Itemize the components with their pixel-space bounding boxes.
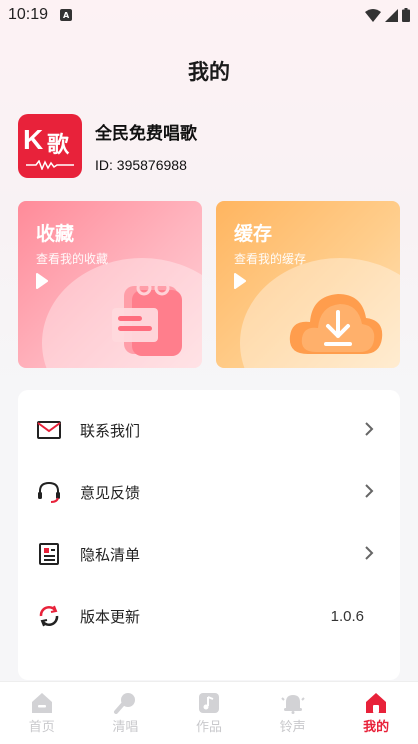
microphone-icon [114, 693, 136, 714]
house-active-icon [366, 693, 387, 713]
tab-label: 我的 [363, 720, 390, 735]
menu-item-contact[interactable]: 联系我们 [18, 400, 400, 460]
app-name: 全民免费唱歌 [95, 124, 197, 144]
cache-subtitle: 查看我的缓存 [234, 252, 307, 266]
tab-mine[interactable]: 我的 [334, 682, 418, 744]
app-info-card: K 歌 全民免费唱歌 ID: 395876988 [18, 114, 197, 178]
page-title: 我的 [188, 60, 230, 84]
tab-home[interactable]: 首页 [0, 682, 84, 744]
bottom-tab-bar: 首页 清唱 作品 铃声 我的 [0, 681, 418, 744]
tab-acapella[interactable]: 清唱 [84, 682, 168, 744]
status-icons [365, 8, 410, 22]
chevron-right-icon [365, 546, 374, 560]
chevron-right-icon [365, 422, 374, 436]
tab-label: 首页 [28, 720, 55, 735]
mail-icon [36, 417, 62, 443]
tab-ringtones[interactable]: 铃声 [251, 682, 335, 744]
cloud-download-icon [289, 294, 383, 354]
sim-icon: A [60, 9, 73, 21]
music-note-icon [198, 693, 219, 713]
menu-item-update[interactable]: 版本更新 1.0.6 [18, 586, 400, 646]
refresh-icon [36, 603, 62, 629]
status-time: 10:19 [8, 6, 49, 23]
cache-title: 缓存 [234, 223, 273, 245]
status-bar: 10:19 A [0, 0, 418, 30]
settings-menu: 联系我们 意见反馈 隐私清单 版本更新 1.0.6 [18, 390, 400, 680]
waveform-icon [26, 160, 74, 170]
menu-item-label: 意见反馈 [80, 483, 141, 502]
battery-icon [402, 8, 410, 22]
tab-works[interactable]: 作品 [167, 682, 251, 744]
feature-cards: 收藏 查看我的收藏 缓存 查看我的缓存 [18, 201, 400, 368]
favorites-subtitle: 查看我的收藏 [36, 252, 109, 266]
chevron-right-icon [365, 484, 374, 498]
wifi-icon [365, 8, 381, 22]
app-logo: K 歌 [18, 114, 82, 178]
tab-label: 铃声 [279, 720, 306, 735]
menu-item-label: 版本更新 [80, 607, 141, 626]
cache-card[interactable]: 缓存 查看我的缓存 [216, 201, 400, 368]
tab-label: 作品 [195, 720, 222, 735]
app-logo-ge: 歌 [47, 133, 70, 158]
home-icon [31, 693, 52, 713]
menu-item-label: 隐私清单 [80, 545, 141, 564]
document-list-icon [36, 541, 62, 567]
favorites-card[interactable]: 收藏 查看我的收藏 [18, 201, 202, 368]
version-number: 1.0.6 [330, 607, 364, 625]
play-icon [36, 273, 48, 289]
bell-icon [280, 695, 305, 714]
favorites-title: 收藏 [36, 223, 75, 245]
tab-label: 清唱 [112, 720, 139, 735]
play-icon [234, 273, 246, 289]
app-info: 全民免费唱歌 ID: 395876988 [95, 119, 197, 173]
notebook-icon [112, 280, 182, 356]
signal-icon [385, 8, 398, 22]
menu-item-label: 联系我们 [80, 421, 141, 440]
app-logo-k: K [23, 124, 44, 155]
menu-item-feedback[interactable]: 意见反馈 [18, 462, 400, 522]
app-id: ID: 395876988 [95, 157, 187, 173]
headset-icon [36, 479, 62, 505]
menu-item-privacy[interactable]: 隐私清单 [18, 524, 400, 584]
